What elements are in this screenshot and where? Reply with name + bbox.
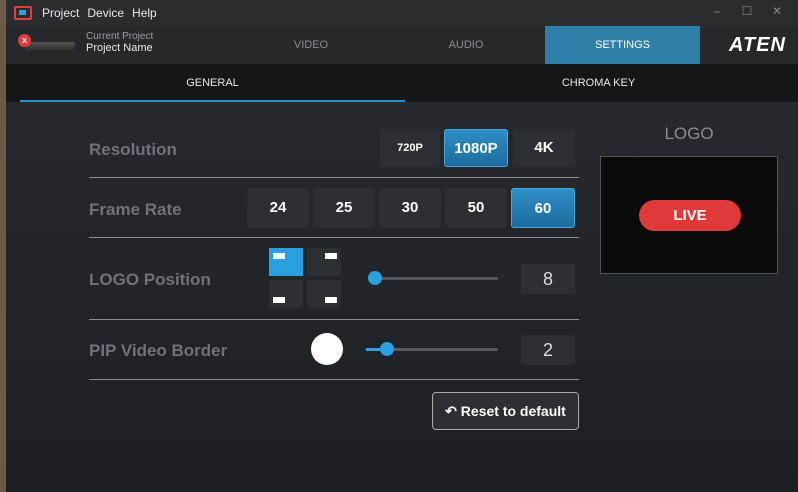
settings-panel: Resolution 720P 1080P 4K Frame Rate 24 2… [6, 102, 798, 492]
title-bar: Project Device Help – ☐ ✕ [6, 0, 798, 26]
menu-help[interactable]: Help [132, 6, 157, 20]
tab-general[interactable]: GENERAL [20, 64, 405, 102]
tab-settings[interactable]: SETTINGS [545, 26, 700, 64]
logo-title: LOGO [664, 124, 714, 143]
project-name: Project Name [86, 42, 153, 54]
pip-border-label: PIP Video Border [89, 341, 228, 360]
logo-position-grid [269, 248, 343, 308]
maximize-button[interactable]: ☐ [732, 4, 762, 18]
reset-icon: ↶ [445, 403, 457, 419]
brand-logo: ATEN [729, 34, 786, 56]
menu-bar: Project Device Help [42, 6, 165, 20]
frame-rate-30-button[interactable]: 30 [379, 188, 441, 228]
divider [89, 319, 579, 320]
logo-position-slider[interactable] [370, 277, 498, 280]
logo-position-value: 8 [521, 264, 575, 294]
minimize-button[interactable]: – [702, 4, 732, 18]
frame-rate-60-button[interactable]: 60 [511, 188, 575, 228]
logo-preview[interactable]: LIVE [600, 156, 778, 274]
header: x Current Project Project Name VIDEO AUD… [6, 26, 798, 64]
frame-rate-24-button[interactable]: 24 [247, 188, 309, 228]
tab-audio[interactable]: AUDIO [391, 26, 541, 64]
current-project: Current Project Project Name [86, 31, 153, 54]
logo-position-label: LOGO Position [89, 270, 211, 289]
position-bottom-left-button[interactable] [269, 280, 303, 308]
frame-rate-25-button[interactable]: 25 [313, 188, 375, 228]
app-window: Project Device Help – ☐ ✕ x Current Proj… [6, 0, 798, 492]
sub-tabs: GENERAL CHROMA KEY [6, 64, 798, 102]
reset-label: Reset to default [460, 403, 566, 419]
live-badge: LIVE [639, 200, 741, 231]
disconnected-icon: x [18, 34, 31, 47]
tab-chroma-key[interactable]: CHROMA KEY [406, 64, 791, 102]
border-color-swatch[interactable] [311, 333, 343, 365]
frame-rate-label: Frame Rate [89, 200, 182, 219]
device-icon: x [18, 34, 78, 56]
logo-position-slider-handle[interactable] [368, 271, 382, 285]
divider [89, 237, 579, 238]
divider [89, 177, 579, 178]
resolution-4k-button[interactable]: 4K [513, 129, 575, 167]
resolution-label: Resolution [89, 140, 177, 159]
reset-to-default-button[interactable]: ↶ Reset to default [432, 392, 579, 430]
window-controls: – ☐ ✕ [702, 4, 792, 18]
pip-border-slider-handle[interactable] [380, 342, 394, 356]
tab-video[interactable]: VIDEO [236, 26, 386, 64]
menu-project[interactable]: Project [42, 6, 79, 20]
project-caption: Current Project [86, 31, 154, 42]
position-bottom-right-button[interactable] [307, 280, 341, 308]
frame-rate-50-button[interactable]: 50 [445, 188, 507, 228]
resolution-1080p-button[interactable]: 1080P [444, 129, 508, 167]
menu-device[interactable]: Device [87, 6, 124, 20]
divider [89, 379, 579, 380]
resolution-720p-button[interactable]: 720P [380, 129, 440, 167]
position-top-left-button[interactable] [269, 248, 303, 276]
close-button[interactable]: ✕ [762, 4, 792, 18]
pip-border-value: 2 [521, 335, 575, 365]
position-top-right-button[interactable] [307, 248, 341, 276]
app-icon [14, 6, 32, 20]
